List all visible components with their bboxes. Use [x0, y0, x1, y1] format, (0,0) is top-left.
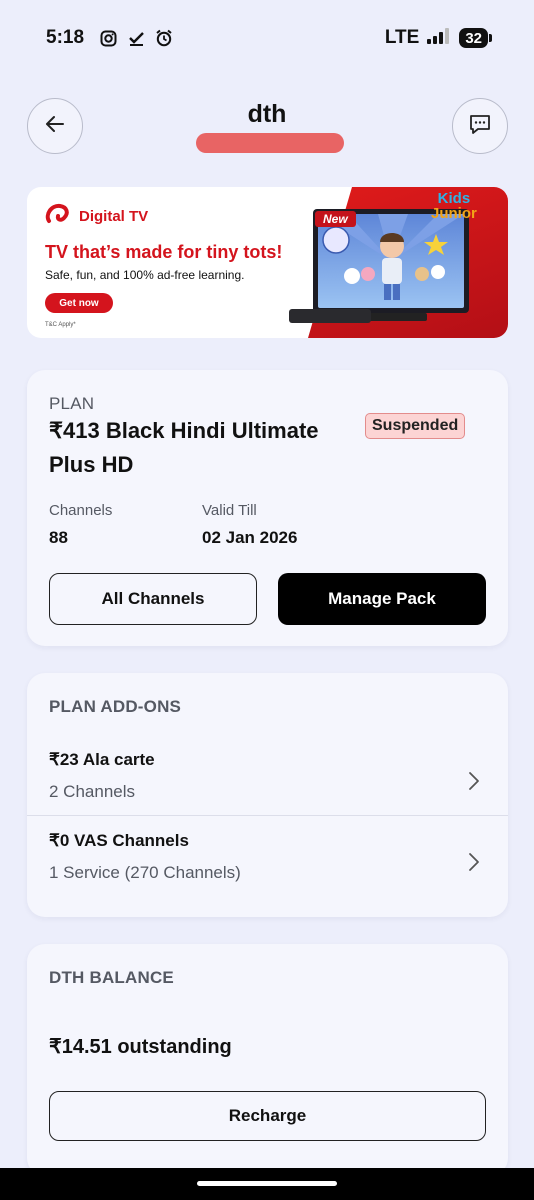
recharge-button[interactable]: Recharge — [49, 1091, 486, 1141]
brand-name: Digital TV — [79, 207, 149, 225]
get-now-button[interactable]: Get now — [45, 293, 113, 313]
addon-title: ₹0 VAS Channels — [49, 831, 189, 850]
set-top-box — [289, 309, 371, 323]
chat-icon — [468, 112, 492, 140]
balance-section-label: DTH BALANCE — [49, 968, 174, 987]
valid-till-label: Valid Till — [202, 502, 257, 519]
home-indicator[interactable] — [197, 1181, 337, 1186]
plan-addons-card: PLAN ADD-ONS ₹23 Ala carte 2 Channels ₹0… — [27, 673, 508, 917]
instagram-icon — [98, 28, 118, 48]
chevron-right-icon — [466, 770, 482, 792]
all-channels-button[interactable]: All Channels — [49, 573, 257, 625]
signal-icon — [427, 28, 451, 48]
banner-headline: TV that’s made for tiny tots! — [45, 242, 283, 262]
channels-value: 88 — [49, 528, 68, 547]
network-type: LTE — [384, 27, 420, 48]
task-done-icon — [126, 28, 146, 48]
addon-title: ₹23 Ala carte — [49, 750, 155, 769]
terms-note: T&C Apply* — [45, 322, 76, 328]
divider — [27, 815, 508, 816]
brand-row: Digital TV — [45, 203, 148, 229]
tv-screen — [318, 214, 464, 308]
channels-label: Channels — [49, 502, 113, 519]
alarm-icon — [154, 28, 174, 48]
addons-section-label: PLAN ADD-ONS — [49, 697, 182, 716]
plan-name: ₹413 Black Hindi Ultimate Plus HD — [49, 418, 319, 477]
status-time: 5:18 — [46, 27, 85, 48]
balance-value: ₹14.51 outstanding — [49, 1036, 232, 1058]
new-tag: New — [315, 211, 356, 227]
airtel-logo-icon — [45, 203, 71, 229]
addon-row-vas-channels[interactable]: ₹0 VAS Channels 1 Service (270 Channels) — [27, 831, 508, 911]
kids-junior-logo: Kids Junior — [431, 190, 477, 222]
tv-stand — [367, 313, 427, 321]
dth-balance-card: DTH BALANCE ₹14.51 outstanding Recharge — [27, 944, 508, 1176]
manage-pack-button[interactable]: Manage Pack — [278, 573, 486, 625]
banner-subline: Safe, fun, and 100% ad-free learning. — [45, 268, 245, 282]
plan-card: PLAN ₹413 Black Hindi Ultimate Plus HD S… — [27, 370, 508, 646]
chevron-right-icon — [466, 851, 482, 873]
plan-section-label: PLAN — [49, 394, 95, 413]
status-badge: Suspended — [365, 413, 466, 439]
redaction-mark — [196, 133, 344, 153]
battery-indicator: 32 — [459, 28, 492, 48]
promo-banner[interactable]: Digital TV TV that’s made for tiny tots!… — [27, 187, 508, 338]
status-bar: 5:18 LTE 32 — [0, 0, 534, 76]
valid-till-value: 02 Jan 2026 — [202, 528, 298, 547]
cartoon-kids-image — [318, 214, 464, 300]
addon-row-ala-carte[interactable]: ₹23 Ala carte 2 Channels — [27, 750, 508, 830]
addon-subtitle: 2 Channels — [49, 782, 136, 801]
addon-subtitle: 1 Service (270 Channels) — [49, 863, 241, 882]
chat-support-button[interactable] — [452, 98, 508, 154]
